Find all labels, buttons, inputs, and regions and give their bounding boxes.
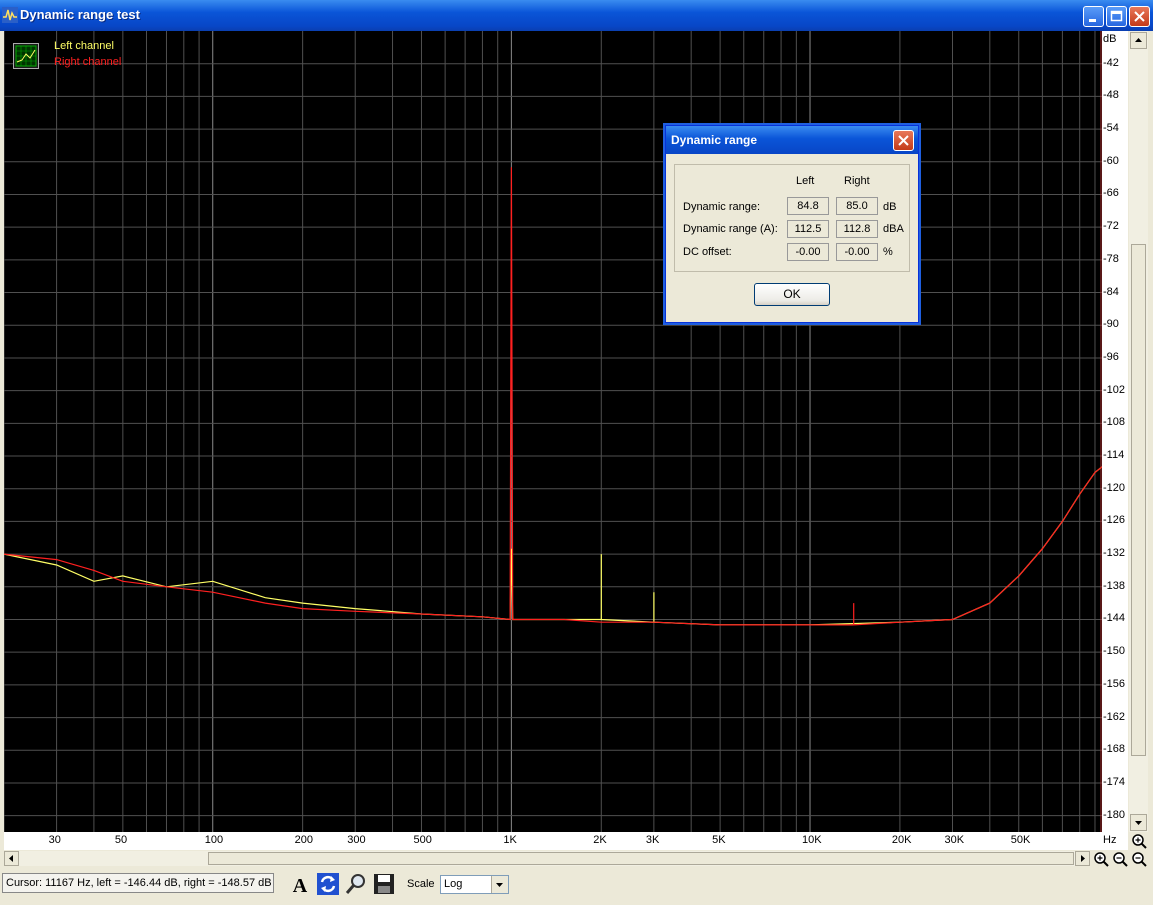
y-tick-label: -168 <box>1103 743 1126 756</box>
ok-button[interactable]: OK <box>754 283 830 306</box>
right-channel-line <box>4 167 1102 626</box>
right-value: -0.00 <box>836 243 878 261</box>
y-tick-label: -60 <box>1103 154 1119 167</box>
y-tick-label: -66 <box>1103 187 1119 200</box>
y-tick-label: -126 <box>1103 514 1126 527</box>
y-tick-label: -180 <box>1103 808 1126 821</box>
dialog-title: Dynamic range <box>666 126 918 154</box>
y-tick-label: -90 <box>1103 318 1119 331</box>
spectrum-plot[interactable] <box>4 31 1102 832</box>
cursor-status: Cursor: 11167 Hz, left = -146.44 dB, rig… <box>2 873 274 893</box>
zoom-in-x-icon[interactable] <box>1093 851 1110 867</box>
app-icon <box>2 7 18 23</box>
zoom-out-icon[interactable] <box>1112 851 1129 867</box>
y-tick-label: -48 <box>1103 89 1119 102</box>
x-tick-label: 1K <box>503 834 517 846</box>
y-axis-unit: dB <box>1103 33 1117 45</box>
scale-label: Scale <box>407 878 435 890</box>
x-tick-label: 300 <box>347 834 366 846</box>
y-tick-label: -54 <box>1103 122 1119 135</box>
y-tick-label: -150 <box>1103 645 1126 658</box>
y-tick-label: -162 <box>1103 710 1126 723</box>
y-tick-label: -132 <box>1103 547 1126 560</box>
arrow-up-icon <box>1135 38 1142 42</box>
close-icon <box>1134 11 1145 22</box>
spectrum-chart <box>4 31 1102 832</box>
row-label: Dynamic range (A): <box>683 223 778 235</box>
scroll-right-button[interactable] <box>1075 851 1090 866</box>
y-tick-label: -42 <box>1103 56 1119 69</box>
maximize-button[interactable] <box>1106 6 1127 27</box>
x-tick-label: 30K <box>944 834 965 846</box>
y-tick-label: -108 <box>1103 416 1126 429</box>
chevron-down-icon[interactable] <box>491 876 508 893</box>
unit-label: % <box>883 246 893 258</box>
arrow-left-icon <box>9 855 13 862</box>
window-title: Dynamic range test <box>20 7 140 22</box>
y-tick-label: -72 <box>1103 220 1119 233</box>
x-tick-label: 3K <box>645 834 660 846</box>
right-value: 112.8 <box>836 220 878 238</box>
left-value: -0.00 <box>787 243 829 261</box>
x-tick-label: 100 <box>204 834 224 846</box>
unit-label: dB <box>883 201 897 213</box>
close-button[interactable] <box>1129 6 1150 27</box>
right-value: 85.0 <box>836 197 878 215</box>
column-header-right: Right <box>844 175 870 187</box>
scale-select[interactable]: Log <box>440 875 509 894</box>
minimize-icon <box>1089 19 1096 22</box>
y-tick-label: -102 <box>1103 383 1126 396</box>
save-icon[interactable] <box>372 872 396 896</box>
close-icon <box>898 135 909 146</box>
x-tick-label: 200 <box>294 834 313 846</box>
title-bar: Dynamic range test <box>0 0 1153 31</box>
left-value: 84.8 <box>787 197 829 215</box>
x-tick-label: 50 <box>114 834 128 846</box>
unit-label: dBA <box>883 223 904 235</box>
x-tick-label: 30 <box>48 834 61 846</box>
y-tick-label: -78 <box>1103 252 1119 265</box>
row-label: Dynamic range: <box>683 201 761 213</box>
scroll-left-button[interactable] <box>4 851 19 866</box>
y-tick-label: -84 <box>1103 285 1119 298</box>
horizontal-scroll-thumb[interactable] <box>208 852 1074 865</box>
arrow-down-icon <box>1135 821 1142 825</box>
minimize-button[interactable] <box>1083 6 1104 27</box>
y-tick-label: -174 <box>1103 775 1126 788</box>
y-tick-label: -138 <box>1103 579 1126 592</box>
column-header-left: Left <box>796 175 815 187</box>
legend-right-channel: Right channel <box>54 56 122 68</box>
zoom-tool-icon[interactable] <box>344 872 368 896</box>
svg-text:A: A <box>293 875 308 896</box>
x-tick-label: 10K <box>802 834 822 846</box>
y-tick-label: -114 <box>1103 449 1125 462</box>
font-icon[interactable]: A <box>288 872 312 896</box>
row-label: DC offset: <box>683 246 732 258</box>
dynamic-range-dialog: Dynamic range Left Right Dynamic range: … <box>665 125 919 323</box>
scale-value: Log <box>444 878 463 890</box>
legend-left-channel: Left channel <box>54 40 114 52</box>
dialog-close-button[interactable] <box>893 130 914 151</box>
refresh-icon[interactable] <box>316 872 340 896</box>
x-tick-label: 500 <box>413 834 432 846</box>
x-tick-label: 5K <box>712 834 726 846</box>
zoom-in-icon[interactable] <box>1131 833 1148 849</box>
x-tick-label: 2K <box>593 834 607 846</box>
scroll-up-button[interactable] <box>1130 32 1147 49</box>
maximize-icon <box>1110 10 1123 22</box>
x-tick-label: 50K <box>1010 834 1031 846</box>
y-tick-label: -96 <box>1103 350 1119 363</box>
vertical-scroll-thumb[interactable] <box>1131 244 1146 756</box>
y-tick-label: -120 <box>1103 481 1126 494</box>
zoom-out-full-icon[interactable] <box>1131 851 1148 867</box>
x-tick-label: 20K <box>891 834 912 846</box>
x-axis-unit: Hz <box>1103 834 1117 846</box>
legend-grid-icon[interactable] <box>13 43 39 69</box>
left-value: 112.5 <box>787 220 829 238</box>
y-tick-label: -156 <box>1103 677 1126 690</box>
scroll-down-button[interactable] <box>1130 814 1147 831</box>
left-channel-line <box>4 466 1102 626</box>
arrow-right-icon <box>1081 855 1085 862</box>
y-tick-label: -144 <box>1103 612 1126 625</box>
